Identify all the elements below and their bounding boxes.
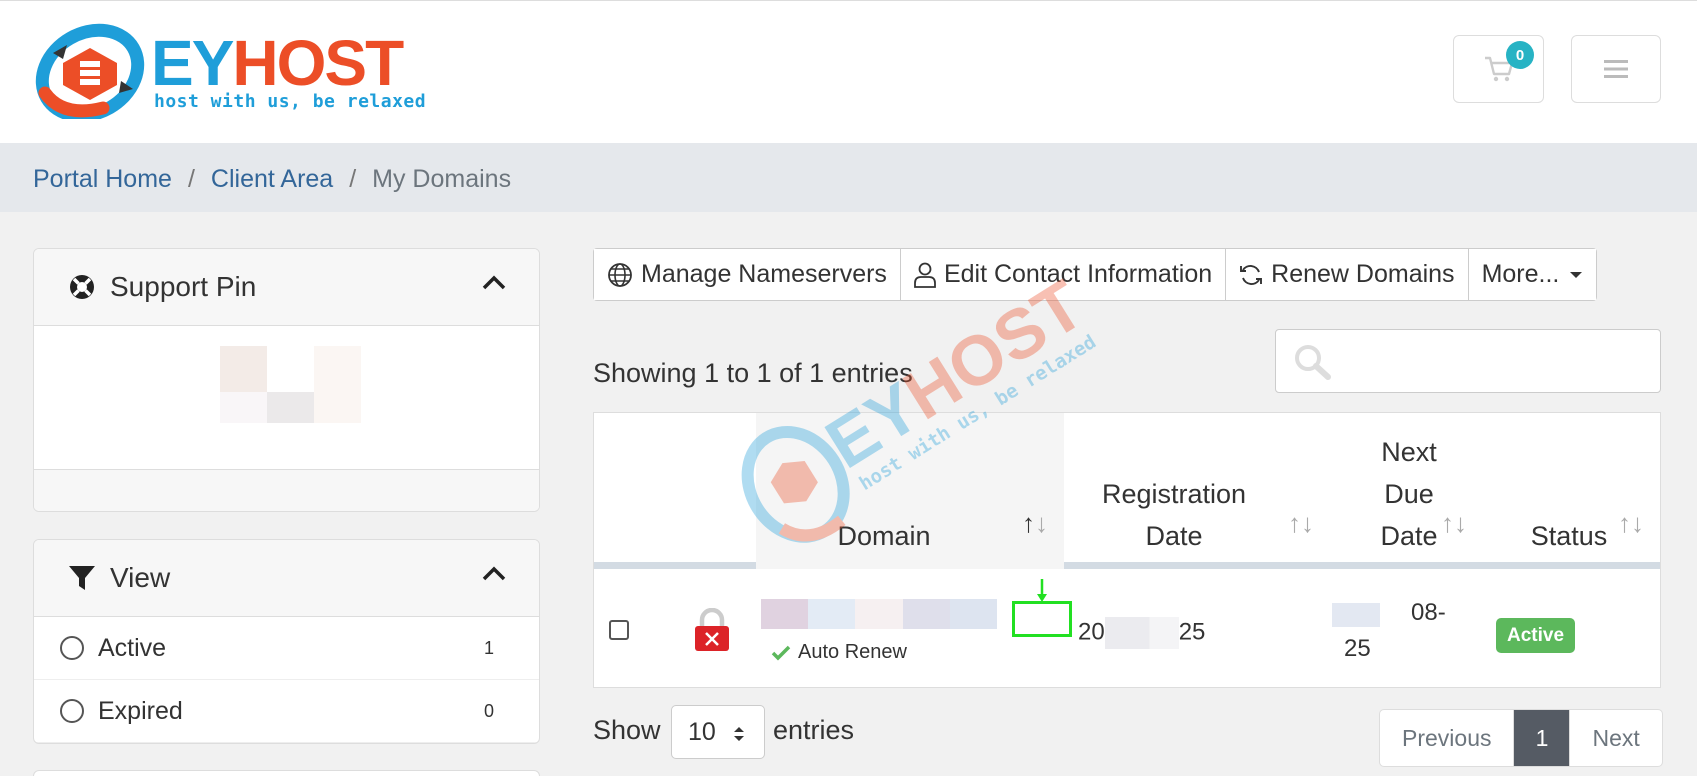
logo-mark-icon [35, 23, 145, 119]
entries-label: entries [773, 715, 855, 745]
sort-icon[interactable]: ↑↓ [1441, 508, 1467, 539]
hamburger-icon [1604, 60, 1628, 78]
domain-actions-toolbar: Manage Nameservers Edit Contact Informat… [593, 248, 1598, 301]
pagination-page-1[interactable]: 1 [1514, 710, 1571, 766]
caret-down-icon [1570, 271, 1583, 278]
support-pin-card: Support Pin [33, 248, 540, 512]
user-icon [914, 262, 936, 288]
view-filter-count: 1 [483, 637, 494, 658]
globe-icon [608, 262, 632, 287]
menu-toggle-button[interactable] [1571, 35, 1661, 103]
search-icon [1295, 345, 1331, 380]
sort-asc-icon[interactable]: ↑↓ [1022, 508, 1048, 539]
logo-tagline: host with us, be relaxed [154, 91, 427, 112]
filter-icon [69, 566, 95, 590]
check-icon [771, 645, 791, 660]
column-header-domain[interactable]: Domain [804, 515, 964, 557]
site-header: EYHOST host with us, be relaxed 0 [0, 0, 1697, 143]
sort-icon[interactable]: ↑↓ [1618, 508, 1644, 539]
chevron-up-icon[interactable] [481, 564, 507, 582]
select-arrows-icon [734, 727, 744, 741]
pagination-next[interactable]: Next [1570, 710, 1661, 766]
view-filter-active[interactable]: Active 1 [34, 617, 539, 680]
breadcrumb-bar: Portal Home / Client Area / My Domains [0, 143, 1697, 212]
edit-contact-button[interactable]: Edit Contact Information [900, 249, 1227, 300]
status-badge: Active [1496, 618, 1575, 653]
pagination-previous[interactable]: Previous [1380, 710, 1515, 766]
cart-count-badge: 0 [1506, 41, 1534, 69]
breadcrumb-separator: / [187, 165, 195, 193]
lock-icon [695, 608, 729, 651]
manage-nameservers-button[interactable]: Manage Nameservers [594, 249, 901, 300]
due-date-redacted [1332, 603, 1380, 627]
table-info: Showing 1 to 1 of 1 entries [593, 358, 913, 388]
column-header-registration-date[interactable]: Registration Date [1074, 473, 1274, 557]
registration-date-cell: 20 25 [1078, 617, 1205, 649]
view-filter-expired[interactable]: Expired 0 [34, 680, 539, 743]
pagination: Previous 1 Next [1379, 709, 1663, 767]
breadcrumb-portal-home[interactable]: Portal Home [33, 165, 172, 194]
registration-date-redacted [1104, 617, 1179, 649]
refresh-icon [1240, 264, 1263, 285]
breadcrumb-current: My Domains [372, 165, 512, 193]
page-size-select[interactable]: 10 [671, 705, 765, 759]
view-filter-title: View [110, 562, 171, 593]
table-header: Domain ↑↓ Registration Date ↑↓ Next Due … [594, 413, 1660, 569]
breadcrumb-client-area[interactable]: Client Area [211, 165, 333, 194]
site-logo[interactable]: EYHOST host with us, be relaxed [33, 23, 433, 119]
row-select-checkbox[interactable] [609, 620, 629, 640]
auto-renew-indicator: Auto Renew [771, 641, 907, 664]
lifebuoy-icon [70, 275, 94, 299]
highlight-box [1012, 601, 1072, 637]
view-filter-label: Expired [98, 696, 183, 725]
support-pin-title: Support Pin [110, 271, 257, 302]
support-pin-value-redacted [220, 346, 361, 423]
view-filter-header[interactable]: View [34, 540, 539, 617]
logo-wordmark: EYHOST [151, 27, 404, 99]
radio-button[interactable] [60, 636, 84, 660]
show-label: Show [593, 715, 661, 745]
view-filter-label: Active [98, 633, 167, 662]
breadcrumb-separator: / [349, 165, 357, 193]
view-filter-count: 0 [483, 700, 494, 721]
domain-name-redacted[interactable] [761, 599, 998, 629]
view-filter-card: View Active 1 Expired 0 [33, 539, 540, 744]
renew-domains-button[interactable]: Renew Domains [1226, 249, 1469, 300]
search-input[interactable] [1275, 329, 1661, 393]
cart-button[interactable]: 0 [1453, 35, 1544, 103]
due-date-cell-line2: 25 [1344, 635, 1371, 662]
support-pin-body [34, 326, 539, 469]
radio-button[interactable] [60, 699, 84, 723]
support-pin-header[interactable]: Support Pin [34, 249, 539, 326]
due-date-cell-line1: 08- [1411, 599, 1446, 626]
sort-icon[interactable]: ↑↓ [1288, 508, 1314, 539]
support-pin-footer [34, 469, 539, 511]
more-actions-dropdown[interactable]: More... [1468, 249, 1597, 300]
domains-table: Domain ↑↓ Registration Date ↑↓ Next Due … [593, 412, 1661, 688]
breadcrumb: Portal Home / Client Area / My Domains [33, 165, 511, 194]
next-card-edge [33, 770, 540, 776]
chevron-up-icon[interactable] [481, 273, 507, 291]
